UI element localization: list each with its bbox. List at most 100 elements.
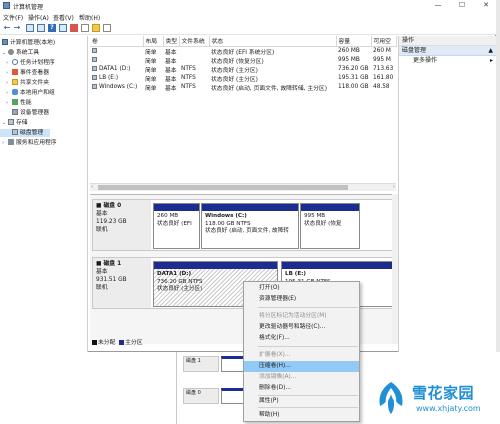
volume-name-cell: DATA1 (D:) [90,65,143,74]
bg-disk-0: 磁盘 0 [183,388,219,404]
volume-cell: 基本 [165,67,177,74]
tree-item-system-tools[interactable]: ⌄ 系统工具 [0,49,39,57]
primary-partition-band [154,204,199,211]
partition-size: 118.00 GB NTFS [205,220,251,227]
scrollbar-thumb[interactable] [98,185,348,190]
context-menu-item[interactable]: 更改驱动器号和路径(C)... [244,322,359,333]
volume-cell: 713.63 [373,66,394,72]
tree-item-root[interactable]: 计算机管理(本地) [0,39,55,47]
volume-cell: 状态良好 (启动, 页面文件, 故障转储, 主分区) [211,85,327,92]
properties-icon[interactable] [37,24,45,32]
volume-icon [92,75,97,80]
tree-item-storage[interactable]: ⌄ 存储 [0,119,28,127]
folder-icon [12,79,18,85]
volume-cell: 基本 [165,85,177,92]
tree-item-event-viewer[interactable]: › 事件查看器 [0,69,49,77]
volume-cell: NTFS [181,66,196,72]
tree-item-shared-folders[interactable]: › 共享文件夹 [0,79,49,87]
tree-item-local-users[interactable]: › 本地用户和组 [0,89,55,97]
performance-icon [12,99,18,105]
export-icon[interactable] [81,24,89,32]
bg-disk-1: 磁盘 1 [183,356,219,372]
chevron-down-icon[interactable]: ⌄ [2,49,8,57]
more-actions[interactable]: 更多操作 ▸ [399,56,496,65]
minimize-button[interactable]: — [430,0,446,11]
volume-row[interactable]: 简单 基本 状态良好 (恢复分区) 995 MB 995 M [90,56,396,65]
context-menu-separator [258,395,358,396]
maximize-button[interactable]: ☐ [454,0,470,11]
volume-row[interactable]: LB (E:) 简单 基本 NTFS 状态良好 (主分区) 195.31 GB 161.80 [90,74,396,83]
legend: 未分配 主分区 [92,337,143,346]
console-tree-icon[interactable] [26,24,34,32]
partition-title: Windows (C:) [205,213,247,219]
volume-list: 卷 布局 类型 文件系统 状态 容量 可用空 简单 基本 状态良好 (EFI 系统分… [90,36,397,194]
tools-icon [8,49,14,55]
volume-cell: 简单 [145,49,157,56]
column-header-capacity[interactable]: 容量 [336,36,372,47]
volume-row[interactable]: Windows (C:) 简单 基本 NTFS 状态良好 (启动, 页面文件, 故障转储… [90,83,396,92]
unallocated-swatch [92,340,97,345]
column-header-layout[interactable]: 布局 [143,36,164,47]
partition-efi[interactable]: 260 MB 状态良好 (EFI [153,203,200,249]
chevron-right-icon[interactable]: › [6,59,12,67]
primary-partition-band [202,204,298,211]
connect-icon[interactable] [59,24,67,32]
volume-icon [92,48,97,53]
actions-section-disk-management[interactable]: 磁盘管理 ▲ [399,46,496,56]
volume-name: LB (E:) [99,75,119,81]
chevron-up-icon[interactable]: ▲ [488,46,496,56]
refresh-icon[interactable] [70,24,78,32]
disk-size: 931.51 GB [96,277,127,283]
document-icon[interactable] [103,24,111,32]
volume-row[interactable]: DATA1 (D:) 简单 基本 NTFS 状态良好 (主分区) 736.20 GB 713… [90,65,396,74]
disk-icon[interactable] [92,24,100,32]
context-menu-item[interactable]: 帮助(H) [244,410,359,421]
tree-item-performance[interactable]: › 性能 [0,99,32,107]
scroll-right-icon[interactable]: › [393,184,395,191]
column-header-free[interactable]: 可用空 [371,36,397,47]
computer-icon [2,39,8,45]
context-menu-item[interactable]: 压缩卷(H)... [244,361,359,372]
column-header-status[interactable]: 状态 [209,36,337,47]
primary-partition-band [282,262,392,269]
context-menu-item: 扩展卷(X)... [259,352,291,358]
disk-row-0[interactable]: ■ 磁盘 0 基本 119.23 GB 联机 260 MB 状态良好 (EFI … [92,199,394,251]
storage-icon [8,119,14,125]
back-arrow-icon[interactable]: ← [3,24,11,32]
scroll-left-icon[interactable]: ‹ [91,184,93,191]
column-header-filesystem[interactable]: 文件系统 [179,36,210,47]
context-menu-item[interactable]: 属性(P) [244,396,359,407]
context-menu-item[interactable]: 格式化(F)... [244,333,359,344]
tree-item-disk-management[interactable]: 磁盘管理 [0,129,50,137]
partition-recovery[interactable]: 995 MB 状态良好 (恢复 [300,203,360,249]
clock-icon [12,59,18,65]
volume-cell: 基本 [165,76,177,83]
volume-cell: 260 MB [338,48,360,54]
column-header-type[interactable]: 类型 [163,36,180,47]
volume-cell: 状态良好 (EFI 系统分区) [211,49,275,56]
volume-row[interactable]: 简单 基本 状态良好 (EFI 系统分区) 260 MB 260 M [90,46,396,56]
disk-status: 联机 [96,285,108,291]
volume-name-cell [90,56,143,65]
context-menu-item[interactable]: 删除卷(D)... [244,383,359,394]
context-menu-item[interactable]: 打开(O) [244,283,359,294]
primary-swatch [119,340,125,345]
horizontal-scrollbar[interactable]: ‹ › [90,183,396,191]
partition-windows-c[interactable]: Windows (C:) 118.00 GB NTFS 状态良好 (启动, 页面… [201,203,299,249]
volume-cell: 状态良好 (恢复分区) [211,58,264,65]
forward-arrow-icon[interactable]: → [13,24,21,32]
partition-size: 260 MB [157,213,179,219]
legend-unallocated: 未分配 [98,340,116,346]
disk-management-icon [12,129,18,135]
context-menu-item[interactable]: 资源管理器(E) [244,294,359,305]
help-icon[interactable]: ? [48,24,56,32]
close-button[interactable]: ✕ [478,0,494,11]
partition-status: 状态良好 (恢复 [304,220,342,227]
tree-item-services[interactable]: › 服务和应用程序 [0,139,57,147]
primary-partition-band [154,262,277,269]
tree-item-task-scheduler[interactable]: › 任务计划程序 [0,59,55,67]
device-manager-icon [12,109,18,115]
tree-item-device-manager[interactable]: 设备管理器 [0,109,49,117]
volume-cell: 简单 [145,76,157,83]
column-header-volume[interactable]: 卷 [90,36,144,47]
